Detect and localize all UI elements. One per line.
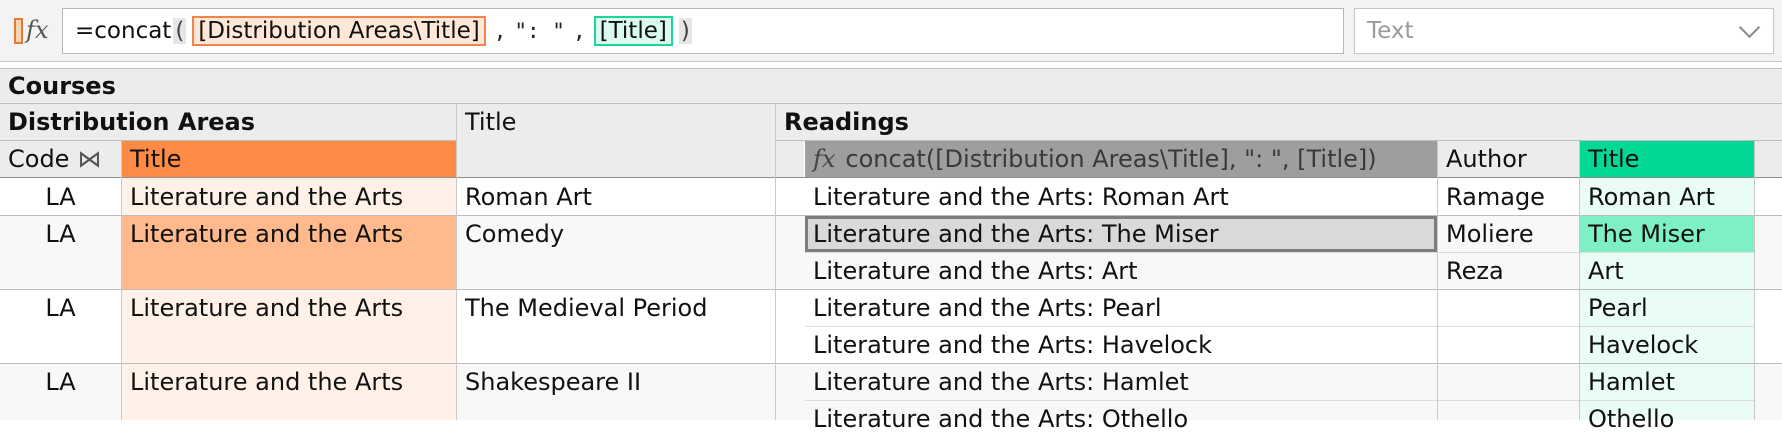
fx-icon: 𝑓x (813, 145, 836, 173)
formula-comma: , (493, 19, 507, 43)
divider (0, 289, 1782, 290)
divider (0, 140, 456, 141)
formula-input[interactable]: =concat ( [Distribution Areas\Title] , "… (62, 8, 1344, 54)
divider (805, 252, 1754, 253)
formula-ref-distribution-title[interactable]: [Distribution Areas\Title] (192, 16, 486, 46)
cell-concat[interactable]: Literature and the Arts: Art (805, 253, 1437, 289)
field-marker-icon (14, 18, 23, 44)
cell-author[interactable]: Ramage (1438, 178, 1579, 215)
cell-reading-title[interactable]: The Miser (1580, 216, 1754, 252)
divider (805, 400, 1754, 401)
header-distribution-areas[interactable]: Distribution Areas (0, 104, 456, 140)
cell-reading-title[interactable]: Hamlet (1580, 364, 1754, 400)
divider (1579, 141, 1580, 420)
divider (1437, 141, 1438, 420)
cell-reading-title[interactable]: Art (1580, 253, 1754, 289)
formula-ref-title[interactable]: [Title] (593, 16, 673, 46)
cell-code[interactable]: LA (0, 178, 121, 215)
header-formula-column[interactable]: 𝑓x concat([Distribution Areas\Title], ":… (805, 141, 1437, 177)
cell-author[interactable] (1438, 401, 1579, 420)
cell-code[interactable]: LA (0, 216, 121, 252)
formula-function-name: =concat (75, 18, 172, 44)
cell-code[interactable]: LA (0, 364, 121, 400)
cell-reading-title[interactable]: Roman Art (1580, 178, 1754, 215)
header-course-title[interactable]: Title (457, 104, 775, 177)
cell-code[interactable]: LA (0, 290, 121, 326)
header-readings[interactable]: Readings (776, 104, 1782, 140)
header-right-gutter (1754, 141, 1782, 177)
divider (456, 104, 457, 420)
divider (121, 141, 122, 420)
formula-open-paren: ( (173, 18, 187, 44)
cell-concat[interactable]: Literature and the Arts: Roman Art (805, 178, 1437, 215)
formula-string-literal: ": " (514, 19, 565, 43)
cell-author[interactable] (1438, 327, 1579, 363)
cell-author[interactable]: Moliere (1438, 216, 1579, 252)
formula-toggle-button[interactable]: 𝑓x (12, 14, 52, 48)
fx-icon: 𝑓x (26, 16, 49, 44)
cell-da-title[interactable]: Literature and the Arts (122, 364, 456, 400)
header-distribution-title[interactable]: Title (122, 141, 456, 177)
chevron-down-icon (1738, 16, 1761, 39)
cell-course-title[interactable]: Roman Art (457, 178, 775, 215)
readings-gutter (776, 141, 804, 177)
cell-author[interactable] (1438, 364, 1579, 400)
cell-course-title[interactable]: Shakespeare II (457, 364, 775, 400)
type-select[interactable]: Text (1354, 8, 1774, 54)
cell-author[interactable] (1438, 290, 1579, 326)
cell-reading-title[interactable]: Havelock (1580, 327, 1754, 363)
cell-concat[interactable]: Literature and the Arts: Hamlet (805, 364, 1437, 400)
cell-da-title[interactable]: Literature and the Arts (122, 290, 456, 326)
cell-concat[interactable]: Literature and the Arts: Havelock (805, 327, 1437, 363)
divider (775, 104, 776, 420)
cell-reading-title[interactable]: Pearl (1580, 290, 1754, 326)
cell-reading-title[interactable]: Othello (1580, 401, 1754, 437)
cell-course-title[interactable]: The Medieval Period (457, 290, 775, 326)
cell-concat[interactable]: Literature and the Arts: Pearl (805, 290, 1437, 326)
link-icon: ⋈ (77, 145, 102, 173)
header-courses[interactable]: Courses (0, 68, 1782, 103)
divider (0, 103, 1782, 104)
divider (1754, 141, 1755, 420)
formula-close-paren: ) (678, 18, 692, 44)
cell-course-title[interactable]: Comedy (457, 216, 775, 252)
type-select-value: Text (1367, 18, 1414, 44)
cell-da-title[interactable]: Literature and the Arts (122, 216, 456, 252)
header-author[interactable]: Author (1438, 141, 1579, 177)
header-reading-title[interactable]: Title (1580, 141, 1754, 177)
formula-comma: , (572, 19, 586, 43)
cell-author[interactable]: Reza (1438, 253, 1579, 289)
divider (776, 140, 1782, 141)
divider (0, 363, 1782, 364)
header-code-label: Code (8, 145, 70, 173)
cell-concat-selected[interactable]: Literature and the Arts: The Miser (805, 216, 1437, 252)
header-code[interactable]: Code ⋈ (0, 141, 121, 177)
divider (0, 215, 1782, 216)
divider (805, 326, 1754, 327)
header-formula-label: concat([Distribution Areas\Title], ": ",… (845, 145, 1377, 173)
cell-da-title[interactable]: Literature and the Arts (122, 178, 456, 215)
cell-concat[interactable]: Literature and the Arts: Othello (805, 401, 1437, 437)
